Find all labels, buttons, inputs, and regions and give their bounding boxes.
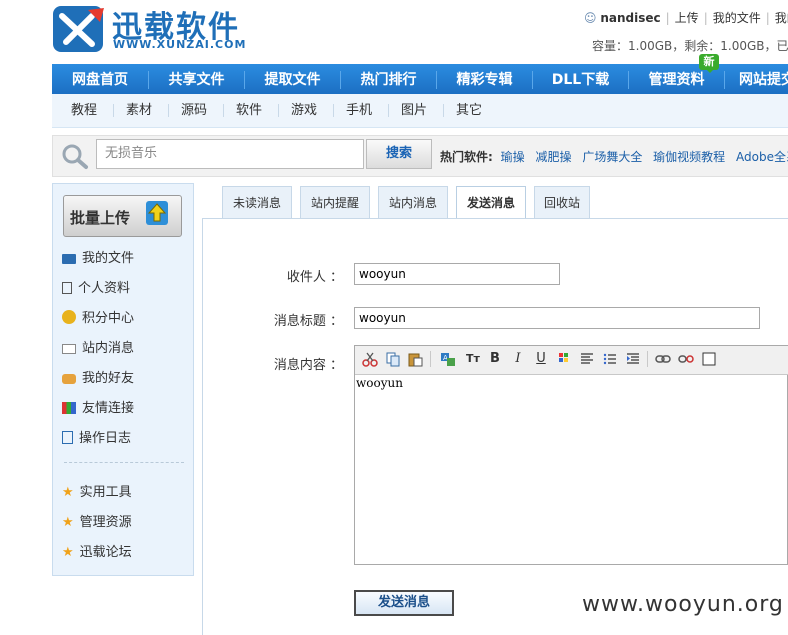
my-link[interactable]: 我的 <box>775 11 788 25</box>
hot-label: 热门软件: <box>440 150 493 164</box>
checkbox-icon[interactable] <box>701 351 717 367</box>
main-nav: 网盘首页 共享文件 提取文件 热门排行 精彩专辑 DLL下载 管理资料 网站提交 <box>52 64 788 94</box>
tab-unread[interactable]: 未读消息 <box>222 186 292 218</box>
user-bar: ☺ nandisec|上传|我的文件|我的 <box>584 9 788 26</box>
brand-url: WWW.XUNZAI.COM <box>113 38 247 51</box>
hot-software: 热门软件: 瑜操 减肥操 广场舞大全 瑜伽视频教程 Adobe全系列 <box>440 148 788 165</box>
handshake-icon <box>62 374 76 384</box>
sidebar-item-tools[interactable]: ★ 实用工具 <box>62 483 132 503</box>
editor-content[interactable]: wooyun <box>356 376 403 390</box>
font-size-icon[interactable]: Tт <box>465 351 481 367</box>
my-files-link[interactable]: 我的文件 <box>713 11 761 25</box>
upload-arrow-icon <box>144 197 170 231</box>
hot-link[interactable]: 瑜伽视频教程 <box>653 150 725 164</box>
unlink-icon[interactable] <box>678 351 694 367</box>
search-button[interactable]: 搜索 <box>366 139 432 169</box>
copy-icon[interactable] <box>385 351 401 367</box>
category-other[interactable]: 其它 <box>456 94 482 127</box>
sidebar-item-forum[interactable]: ★ 迅载论坛 <box>62 543 132 563</box>
toolbar-separator <box>647 351 648 367</box>
tab-recycle-bin[interactable]: 回收站 <box>534 186 590 218</box>
coins-icon <box>62 310 76 324</box>
tab-reminders[interactable]: 站内提醒 <box>300 186 370 218</box>
username[interactable]: nandisec <box>600 11 660 25</box>
color-icon[interactable] <box>557 351 573 367</box>
nav-featured-albums[interactable]: 精彩专辑 <box>437 64 532 94</box>
category-material[interactable]: 素材 <box>126 94 152 127</box>
sidebar-item-links[interactable]: 友情连接 <box>62 399 134 419</box>
star-icon: ★ <box>62 545 74 560</box>
sidebar-item-points[interactable]: 积分中心 <box>62 309 134 329</box>
indent-icon[interactable] <box>625 351 641 367</box>
hot-link[interactable]: 瑜操 <box>501 150 525 164</box>
envelope-icon <box>62 344 76 354</box>
bar-chart-icon <box>62 402 76 414</box>
folder-icon <box>62 254 76 264</box>
paste-icon[interactable] <box>407 351 423 367</box>
rich-text-editor[interactable] <box>354 345 788 565</box>
search-input[interactable]: 无损音乐 <box>96 139 364 169</box>
category-nav: 教程 素材 源码 软件 游戏 手机 图片 其它 <box>52 94 788 128</box>
user-icon: ☺ <box>584 11 597 25</box>
id-card-icon <box>62 282 72 294</box>
ordered-list-icon[interactable] <box>602 351 618 367</box>
recipient-label: 收件人 ： <box>286 270 343 285</box>
bold-icon[interactable]: B <box>487 351 503 367</box>
nav-hot-ranking[interactable]: 热门排行 <box>341 64 436 94</box>
category-mobile[interactable]: 手机 <box>346 94 372 127</box>
sidebar-item-log[interactable]: 操作日志 <box>62 429 131 449</box>
category-software[interactable]: 软件 <box>236 94 262 127</box>
sidebar-item-profile[interactable]: 个人资料 <box>62 279 130 299</box>
subject-field[interactable]: wooyun <box>354 307 760 329</box>
subject-label: 消息标题 ： <box>273 314 343 329</box>
category-images[interactable]: 图片 <box>401 94 427 127</box>
batch-upload-label: 批量上传 <box>70 209 131 227</box>
new-badge: 新 <box>699 54 719 73</box>
nav-site-submit[interactable]: 网站提交 <box>725 64 788 94</box>
category-tutorial[interactable]: 教程 <box>71 94 97 127</box>
category-games[interactable]: 游戏 <box>291 94 317 127</box>
nav-extract-files[interactable]: 提取文件 <box>245 64 340 94</box>
star-icon: ★ <box>62 515 74 530</box>
nav-shared-files[interactable]: 共享文件 <box>149 64 244 94</box>
align-icon[interactable] <box>579 351 595 367</box>
cut-icon[interactable] <box>362 351 378 367</box>
nav-dll-download[interactable]: DLL下载 <box>533 64 628 94</box>
upload-link[interactable]: 上传 <box>675 11 699 25</box>
send-message-button[interactable]: 发送消息 <box>354 590 454 616</box>
italic-icon[interactable]: I <box>510 351 526 367</box>
nav-home[interactable]: 网盘首页 <box>52 64 148 94</box>
tab-send-message[interactable]: 发送消息 <box>456 186 526 219</box>
category-source[interactable]: 源码 <box>181 94 207 127</box>
sidebar-divider <box>64 462 184 463</box>
logo-icon <box>53 6 104 52</box>
hot-link[interactable]: 减肥操 <box>535 150 571 164</box>
hot-link[interactable]: 广场舞大全 <box>582 150 642 164</box>
find-replace-icon[interactable]: A <box>440 351 456 367</box>
log-icon <box>62 431 73 444</box>
sidebar-item-my-files[interactable]: 我的文件 <box>62 249 134 269</box>
content-label: 消息内容 ： <box>273 358 343 373</box>
link-icon[interactable] <box>655 351 671 367</box>
sidebar-item-manage-resources[interactable]: ★ 管理资源 <box>62 513 132 533</box>
tab-site-messages[interactable]: 站内消息 <box>378 186 448 218</box>
star-icon: ★ <box>62 485 74 500</box>
hot-link[interactable]: Adobe全系列 <box>736 150 788 164</box>
underline-icon[interactable]: U <box>533 351 549 367</box>
sidebar-item-messages[interactable]: 站内消息 <box>62 339 134 359</box>
search-icon <box>60 142 90 170</box>
recipient-field[interactable]: wooyun <box>354 263 560 285</box>
toolbar-separator <box>430 351 431 367</box>
capacity-text: 容量：1.00GB，剩余：1.00GB，已使用 <box>592 39 788 53</box>
sidebar-item-friends[interactable]: 我的好友 <box>62 369 134 389</box>
watermark: www.wooyun.org <box>582 592 784 617</box>
